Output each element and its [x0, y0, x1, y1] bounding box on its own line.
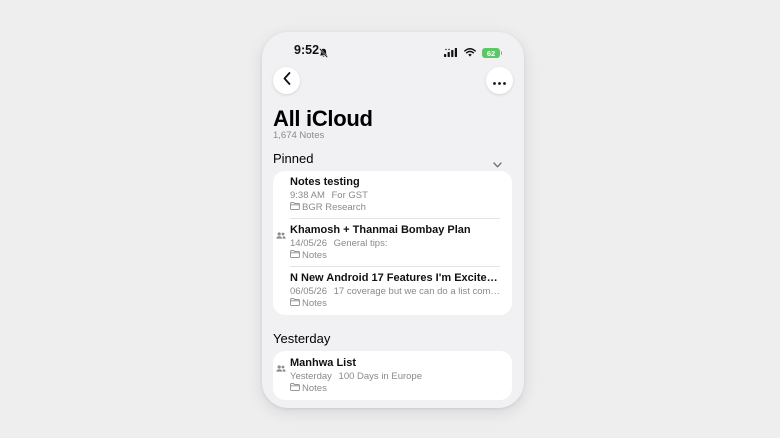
- note-meta: 9:38 AM For GST: [290, 190, 368, 201]
- status-time: 9:52: [294, 43, 320, 57]
- people-icon: [276, 226, 286, 244]
- bell-slash-icon: [319, 45, 328, 63]
- battery-indicator: 62: [482, 48, 502, 58]
- status-bar: 9:52 62: [262, 32, 524, 68]
- section-header-pinned[interactable]: Pinned: [273, 151, 313, 166]
- note-folder-label: Notes: [302, 383, 327, 394]
- more-options-button[interactable]: [486, 67, 513, 94]
- note-item[interactable]: N New Android 17 Features I'm Excited Ab…: [290, 267, 504, 315]
- note-folder: Notes: [290, 383, 327, 394]
- note-item[interactable]: Manhwa List Yesterday 100 Days in Europe…: [290, 352, 504, 400]
- note-meta: 06/05/26 17 coverage but we can do a lis…: [290, 286, 504, 297]
- note-folder: Notes: [290, 298, 327, 309]
- note-date: Yesterday: [290, 371, 332, 382]
- page-title: All iCloud: [273, 106, 373, 131]
- note-preview: For GST: [331, 190, 368, 201]
- notes-count: 1,674 Notes: [273, 130, 325, 141]
- note-folder-label: BGR Research: [302, 202, 366, 213]
- note-meta: Yesterday 100 Days in Europe: [290, 371, 422, 382]
- note-title: N New Android 17 Features I'm Excited Ab…: [290, 272, 504, 284]
- note-date: 9:38 AM: [290, 190, 325, 201]
- back-button[interactable]: [273, 67, 300, 94]
- folder-icon: [290, 202, 300, 213]
- section-header-yesterday: Yesterday: [273, 331, 331, 346]
- chevron-left-icon: [283, 71, 291, 90]
- note-item[interactable]: Notes testing 9:38 AM For GST BGR Resear…: [290, 171, 504, 219]
- people-icon: [276, 359, 286, 377]
- note-meta: 14/05/26 General tips:: [290, 238, 388, 249]
- status-indicators: 62: [444, 44, 502, 62]
- folder-icon: [290, 383, 300, 394]
- signal-icon: [444, 44, 458, 62]
- note-folder: BGR Research: [290, 202, 366, 213]
- note-date: 14/05/26: [290, 238, 327, 249]
- note-item[interactable]: Khamosh + Thanmai Bombay Plan 14/05/26 G…: [290, 219, 504, 267]
- phone-screen: 9:52 62 All iCloud 1,674 Notes Pinned No…: [262, 32, 524, 408]
- note-preview: General tips:: [333, 238, 388, 249]
- wifi-icon: [464, 44, 476, 62]
- ellipsis-icon: [493, 72, 506, 90]
- note-preview: 17 coverage but we can do a list compri.…: [333, 286, 504, 297]
- note-title: Notes testing: [290, 176, 360, 188]
- note-date: 06/05/26: [290, 286, 327, 297]
- note-folder-label: Notes: [302, 298, 327, 309]
- note-title: Manhwa List: [290, 357, 357, 369]
- note-folder: Notes: [290, 250, 327, 261]
- note-preview: 100 Days in Europe: [338, 371, 422, 382]
- folder-icon: [290, 298, 300, 309]
- yesterday-notes-card: Manhwa List Yesterday 100 Days in Europe…: [273, 351, 512, 400]
- note-title: Khamosh + Thanmai Bombay Plan: [290, 224, 471, 236]
- note-folder-label: Notes: [302, 250, 327, 261]
- folder-icon: [290, 250, 300, 261]
- pinned-notes-card: Notes testing 9:38 AM For GST BGR Resear…: [273, 171, 512, 315]
